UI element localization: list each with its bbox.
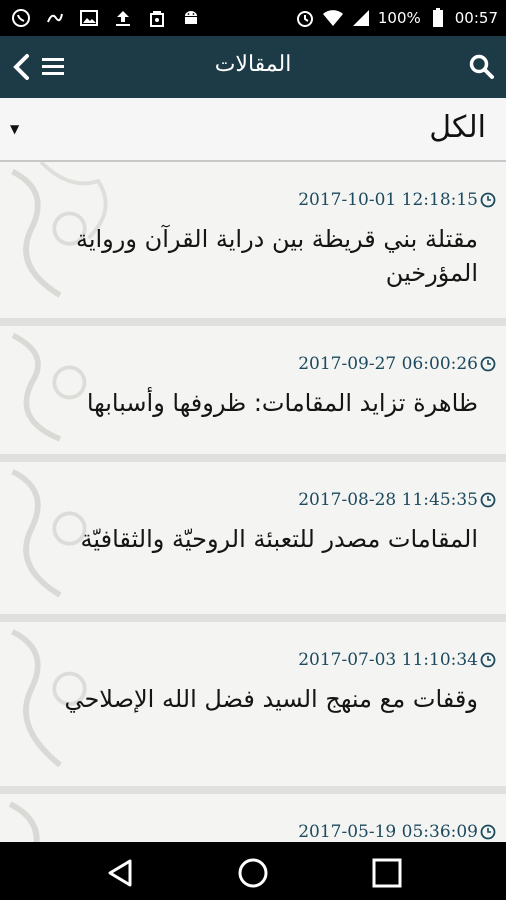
page-title: المقالات xyxy=(214,52,292,77)
upload-icon xyxy=(112,7,134,29)
store-icon xyxy=(146,7,168,29)
article-date: 2017-10-01 12:18:15 xyxy=(298,190,478,210)
article-date: 2017-08-28 11:45:35 xyxy=(298,490,478,510)
alarm-icon xyxy=(294,7,316,29)
whatsapp-icon xyxy=(10,7,32,29)
clock-icon xyxy=(480,192,496,208)
article-title: مقتلة بني قريظة بين دراية القرآن ورواية … xyxy=(75,225,478,287)
article-date: 2017-09-27 06:00:26 xyxy=(298,354,478,374)
article-card[interactable]: 2017-07-03 11:10:34 وقفات مع منهج السيد … xyxy=(0,622,506,794)
clock-icon xyxy=(480,824,496,840)
article-date: 2017-07-03 11:10:34 xyxy=(298,650,478,670)
article-title: ظاهرة تزايد المقامات: ظروفها وأسبابها xyxy=(86,389,478,417)
article-card[interactable]: 2017-05-19 05:36:09 xyxy=(0,794,506,842)
category-filter-select[interactable]: ▼ الكل xyxy=(0,98,506,162)
image-icon xyxy=(78,7,100,29)
article-card[interactable]: 2017-10-01 12:18:15 مقتلة بني قريظة بين … xyxy=(0,162,506,326)
article-date: 2017-05-19 05:36:09 xyxy=(298,822,478,842)
battery-icon xyxy=(427,7,449,29)
article-title: المقامات مصدر للتعبئة الروحيّة والثقافيّ… xyxy=(80,525,478,553)
wifi-icon xyxy=(322,7,344,29)
filter-selected-value: الكل xyxy=(429,110,486,145)
app-bar: المقالات xyxy=(0,36,506,98)
nav-home-icon[interactable] xyxy=(236,856,270,890)
clock-icon xyxy=(480,356,496,372)
signal-icon xyxy=(350,7,372,29)
dropdown-caret-icon: ▼ xyxy=(10,122,20,136)
status-time: 00:57 xyxy=(454,9,498,27)
arabesque-ornament-icon xyxy=(8,801,40,842)
clock-icon xyxy=(480,492,496,508)
nav-recents-icon[interactable] xyxy=(370,856,404,890)
link-icon xyxy=(44,7,66,29)
system-nav-bar xyxy=(0,842,506,900)
status-bar: 100% 00:57 xyxy=(0,0,506,36)
android-icon xyxy=(180,7,202,29)
search-icon[interactable] xyxy=(468,53,496,81)
articles-list: 2017-10-01 12:18:15 مقتلة بني قريظة بين … xyxy=(0,162,506,842)
battery-percent: 100% xyxy=(377,9,421,27)
article-card[interactable]: 2017-09-27 06:00:26 ظاهرة تزايد المقامات… xyxy=(0,326,506,462)
article-card[interactable]: 2017-08-28 11:45:35 المقامات مصدر للتعبئ… xyxy=(0,462,506,622)
nav-back-icon[interactable] xyxy=(103,856,137,890)
article-title: وقفات مع منهج السيد فضل الله الإصلاحي xyxy=(64,685,478,713)
clock-icon xyxy=(480,652,496,668)
